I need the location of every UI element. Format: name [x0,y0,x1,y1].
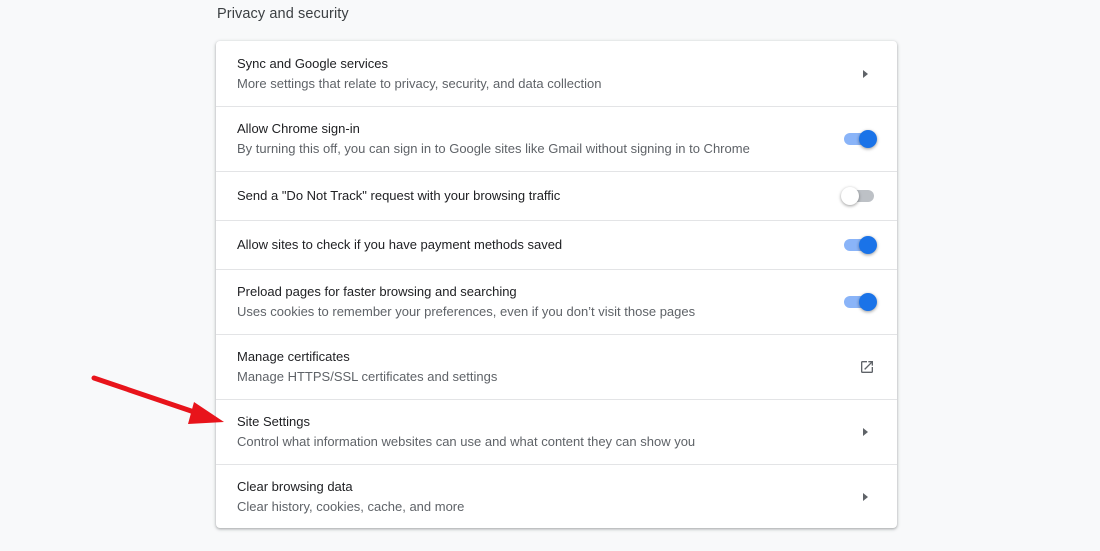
row-manage-certificates[interactable]: Manage certificates Manage HTTPS/SSL cer… [216,334,897,399]
toggle-payment-methods[interactable] [841,235,877,255]
arrow-right-icon[interactable] [863,428,868,436]
toggle-knob [859,293,877,311]
row-label: Allow Chrome sign-in [237,121,360,136]
row-sync-google-services[interactable]: Sync and Google services More settings t… [216,41,897,106]
row-label: Allow sites to check if you have payment… [237,237,563,252]
row-sublabel: By turning this off, you can sign in to … [237,141,750,156]
toggle-knob [859,130,877,148]
section-title: Privacy and security [217,6,349,22]
row-label: Manage certificates [237,349,350,364]
row-allow-chrome-signin: Allow Chrome sign-in By turning this off… [216,106,897,171]
privacy-security-card: Sync and Google services More settings t… [216,41,897,528]
row-sublabel: Uses cookies to remember your preference… [237,304,696,319]
row-payment-methods: Allow sites to check if you have payment… [216,220,897,269]
red-arrow-annotation [91,375,224,424]
toggle-knob [859,236,877,254]
row-label: Sync and Google services [237,55,389,71]
toggle-chrome-signin[interactable] [841,129,877,149]
open-in-new-icon[interactable] [859,359,875,375]
row-preload-pages: Preload pages for faster browsing and se… [216,269,897,334]
arrow-right-icon[interactable] [863,493,868,501]
row-sublabel: Clear history, cookies, cache, and more [237,499,465,514]
row-sublabel: More settings that relate to privacy, se… [237,75,602,91]
row-do-not-track: Send a "Do Not Track" request with your … [216,171,897,220]
row-sublabel: Control what information websites can us… [237,434,696,449]
row-label: Send a "Do Not Track" request with your … [237,188,561,203]
toggle-do-not-track[interactable] [841,186,877,206]
row-label: Preload pages for faster browsing and se… [237,284,517,299]
toggle-preload-pages[interactable] [841,292,877,312]
settings-page: Privacy and security Sync and Google ser… [0,0,1100,551]
arrow-right-icon[interactable] [863,69,868,78]
toggle-knob [841,187,859,205]
row-clear-browsing-data[interactable]: Clear browsing data Clear history, cooki… [216,464,897,528]
row-label: Site Settings [237,414,310,429]
row-label: Clear browsing data [237,479,353,494]
row-site-settings[interactable]: Site Settings Control what information w… [216,399,897,464]
row-sublabel: Manage HTTPS/SSL certificates and settin… [237,369,498,384]
